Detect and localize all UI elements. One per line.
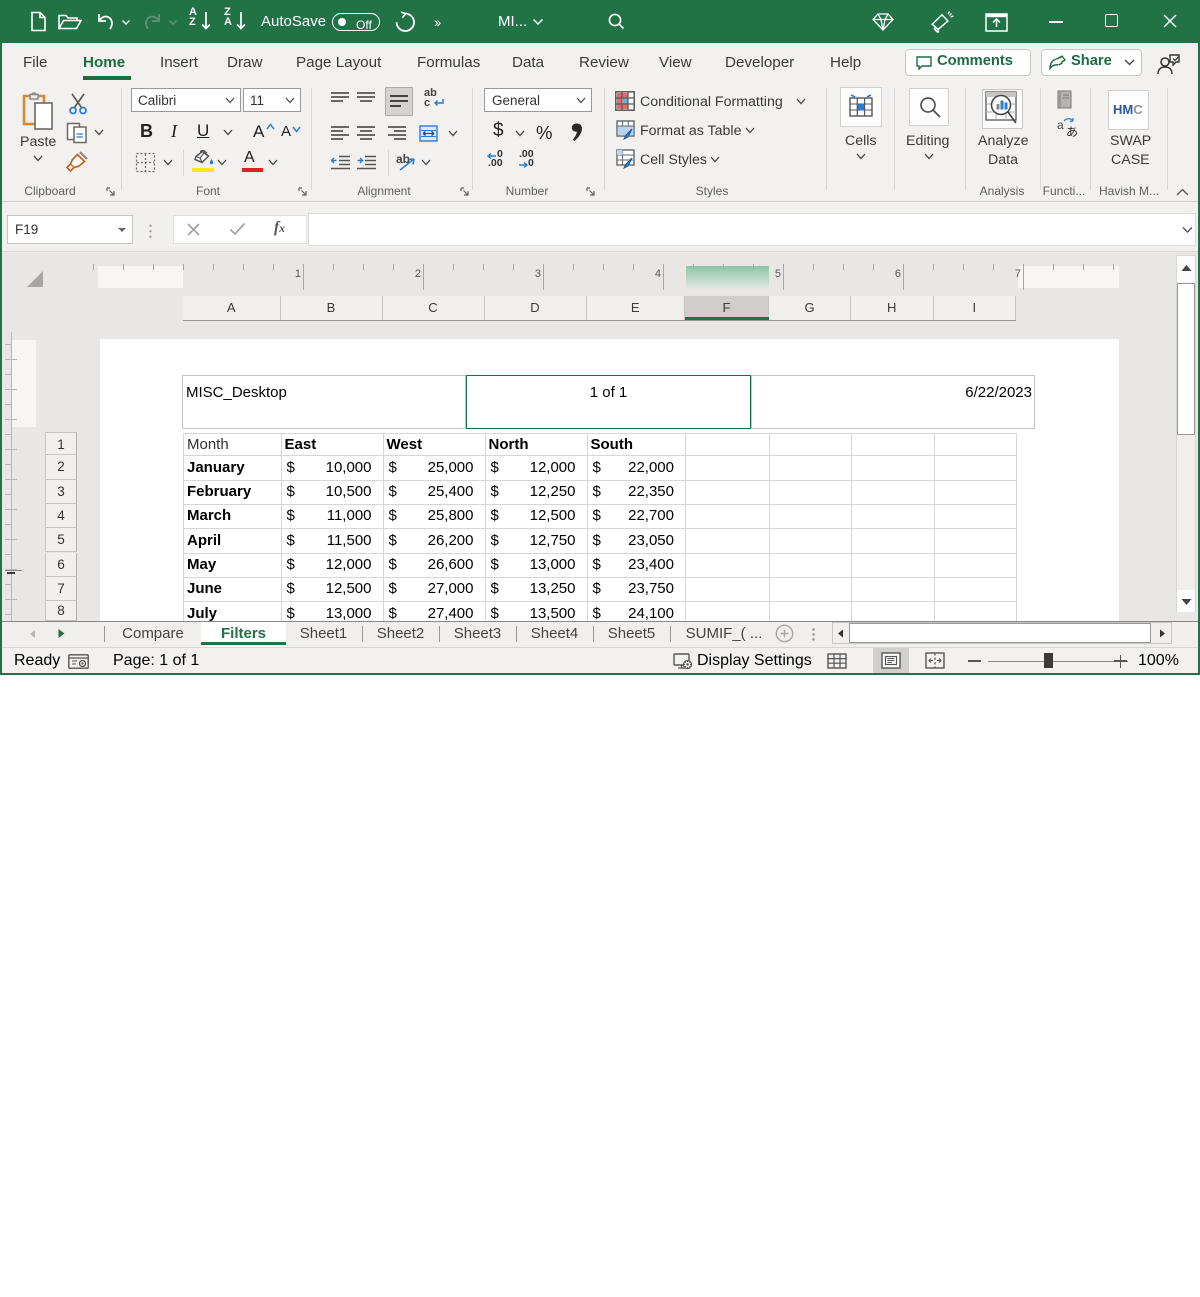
svg-text:あ: あ	[1066, 125, 1078, 138]
svg-text:a: a	[1057, 118, 1064, 132]
